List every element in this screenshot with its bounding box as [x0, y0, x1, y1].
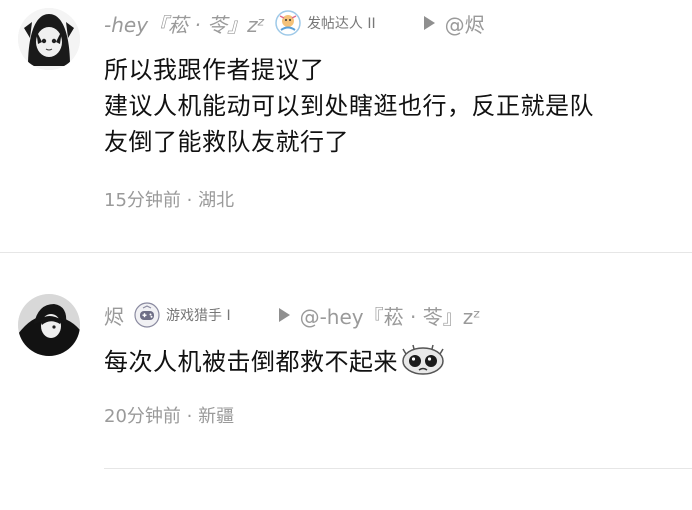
comment-text: 每次人机被击倒都救不起来 [104, 344, 446, 380]
comment-text-line: 建议人机能动可以到处瞎逛也行，反正就是队 [104, 92, 594, 120]
comment-footer: 20分钟前 · 新疆 [104, 406, 235, 427]
comment-footer: 15分钟前 · 湖北 [104, 190, 235, 211]
crying-face-icon [402, 344, 444, 375]
comment-text: 所以我跟作者提议了 建议人机能动可以到处瞎逛也行，反正就是队 友倒了能救队友就行… [104, 52, 594, 160]
comment-text-line: 友倒了能救队友就行了 [104, 128, 349, 156]
mascot-badge-icon [275, 10, 301, 36]
avatar[interactable] [18, 294, 80, 356]
comment-item: -hey『菘 · 苓』zᶻ 发帖达人 II @烬 所以我跟作者提议了 建议人机能… [0, 0, 692, 260]
badge-label: 发帖达人 II [306, 16, 376, 32]
user-badge[interactable]: 游戏猎手 I [134, 302, 231, 328]
comment-text-line: 每次人机被击倒都救不起来 [104, 348, 398, 376]
reply-target[interactable]: @烬 [445, 9, 485, 38]
comment-text-line: 所以我跟作者提议了 [104, 56, 325, 84]
divider [104, 468, 692, 469]
avatar-image [18, 294, 80, 356]
badge-label: 游戏猎手 I [166, 308, 231, 324]
comment-meta: -hey『菘 · 苓』zᶻ 发帖达人 II @烬 [104, 8, 485, 38]
username[interactable]: -hey『菘 · 苓』zᶻ [104, 9, 265, 38]
gamepad-badge-icon [134, 302, 160, 328]
avatar-image [18, 8, 80, 70]
divider [0, 252, 692, 253]
username[interactable]: 烬 [104, 301, 124, 330]
reply-target[interactable]: @-hey『菘 · 苓』zᶻ [300, 301, 481, 330]
comment-meta: 烬 游戏猎手 I @-hey『菘 · 苓』zᶻ [104, 300, 481, 330]
avatar[interactable] [18, 8, 80, 70]
user-badge[interactable]: 发帖达人 II [275, 10, 376, 36]
reply-arrow-icon [278, 308, 290, 322]
reply-arrow-icon [423, 16, 435, 30]
comment-item: 烬 游戏猎手 I @-hey『菘 · 苓』zᶻ 每次人机被击倒都救不起来 20分… [0, 260, 692, 510]
